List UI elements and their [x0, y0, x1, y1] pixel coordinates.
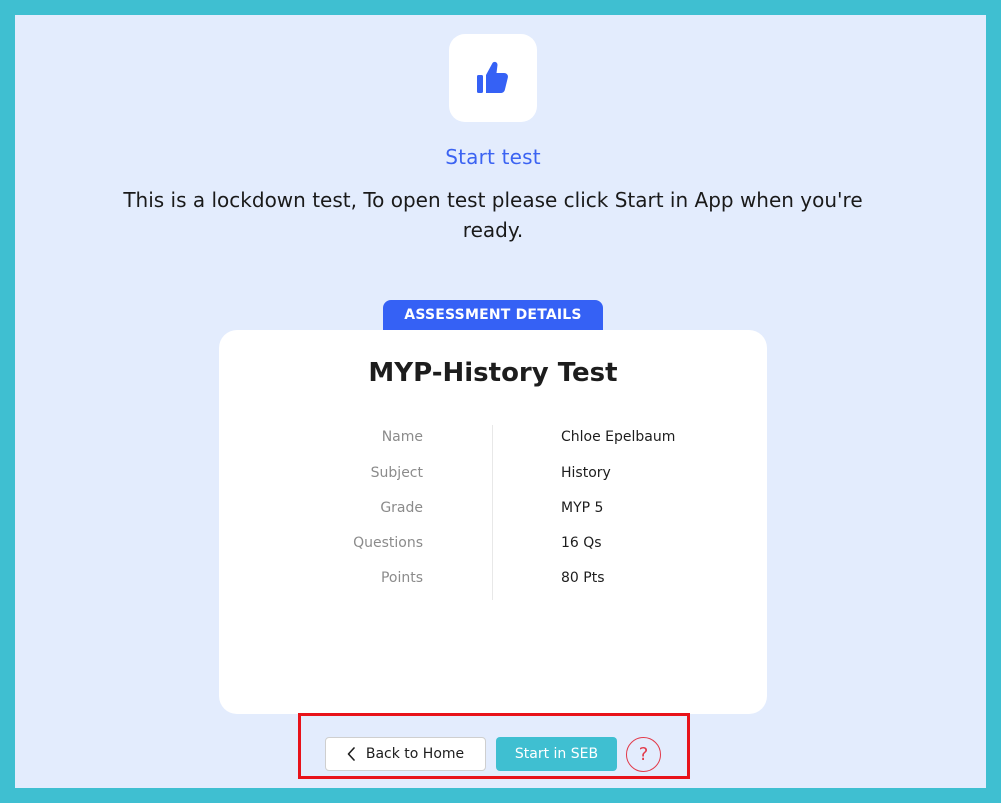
detail-value-name: Chloe Epelbaum — [561, 429, 676, 445]
assessment-details-tab: ASSESSMENT DETAILS — [383, 300, 603, 330]
detail-label-questions: Questions — [353, 535, 423, 551]
back-to-home-button[interactable]: Back to Home — [325, 737, 486, 771]
detail-value-grade: MYP 5 — [561, 500, 604, 516]
test-title: MYP-History Test — [368, 358, 618, 388]
icon-tile — [449, 34, 537, 122]
thumbs-up-icon — [473, 58, 513, 98]
detail-value-questions: 16 Qs — [561, 535, 602, 551]
detail-value-points: 80 Pts — [561, 570, 605, 586]
instruction-message: This is a lockdown test, To open test pl… — [123, 188, 863, 242]
question-mark-icon: ? — [638, 744, 649, 765]
back-to-home-label: Back to Home — [365, 746, 465, 762]
chevron-left-icon — [347, 747, 356, 761]
detail-label-grade: Grade — [380, 500, 423, 516]
start-in-seb-button[interactable]: Start in SEB — [496, 737, 617, 771]
detail-label-subject: Subject — [370, 465, 423, 481]
detail-label-points: Points — [380, 570, 423, 586]
start-test-panel: Start test This is a lockdown test, To o… — [15, 15, 986, 788]
assessment-details-card: MYP-History Test Name Chloe Epelbaum Sub… — [219, 330, 767, 714]
details-divider — [492, 425, 493, 600]
help-button[interactable]: ? — [626, 737, 661, 772]
detail-value-subject: History — [561, 465, 611, 481]
page-title: Start test — [445, 145, 541, 169]
detail-label-name: Name — [381, 429, 423, 445]
